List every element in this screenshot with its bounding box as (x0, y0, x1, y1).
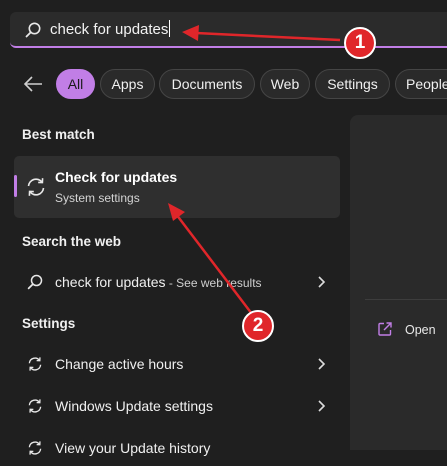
back-arrow-icon[interactable] (22, 74, 44, 94)
annotation-badge-1: 1 (344, 27, 376, 59)
settings-item-label: View your Update history (55, 440, 211, 456)
preview-pane: Open (350, 115, 447, 450)
selection-indicator (14, 175, 17, 197)
search-input[interactable]: check for updates (10, 12, 447, 48)
filter-chip-people[interactable]: People (395, 69, 447, 99)
annotation-badge-2: 2 (242, 310, 274, 342)
web-search-result[interactable]: check for updates - See web results (14, 264, 340, 300)
chevron-right-icon (318, 276, 326, 288)
best-match-heading: Best match (22, 127, 95, 142)
settings-item-windows-update-settings[interactable]: Windows Update settings (14, 388, 340, 424)
sync-icon (27, 178, 45, 196)
chevron-right-icon (318, 358, 326, 370)
open-action-label[interactable]: Open (405, 323, 436, 337)
search-icon (25, 22, 41, 38)
sync-icon (28, 357, 42, 371)
filter-chip-settings[interactable]: Settings (315, 69, 390, 99)
open-external-icon[interactable] (377, 321, 393, 337)
settings-item-label: Windows Update settings (55, 398, 213, 414)
best-match-item[interactable]: Check for updates System settings (14, 156, 340, 218)
web-result-label: check for updates - See web results (55, 274, 262, 290)
settings-item-view-update-history[interactable]: View your Update history (14, 430, 340, 466)
best-match-subtitle: System settings (55, 191, 140, 205)
filter-chip-apps[interactable]: Apps (100, 69, 155, 99)
chevron-right-icon (318, 400, 326, 412)
search-icon (27, 274, 43, 290)
preview-divider (365, 299, 447, 300)
settings-item-label: Change active hours (55, 356, 184, 372)
sync-icon (28, 399, 42, 413)
search-query-text: check for updates (50, 20, 171, 38)
filter-chip-all[interactable]: All (56, 69, 95, 99)
filter-chip-web[interactable]: Web (260, 69, 310, 99)
filter-chip-documents[interactable]: Documents (159, 69, 255, 99)
settings-heading: Settings (22, 316, 76, 331)
best-match-title: Check for updates (55, 169, 178, 185)
sync-icon (28, 441, 42, 455)
settings-item-change-active-hours[interactable]: Change active hours (14, 346, 340, 382)
web-heading: Search the web (22, 234, 122, 249)
